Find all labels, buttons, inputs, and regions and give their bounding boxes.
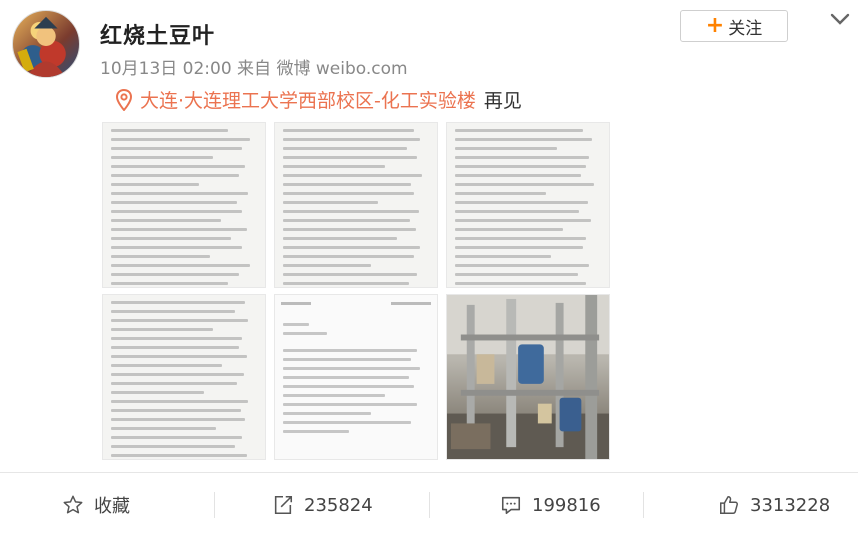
follow-button[interactable]: + 关注 (680, 10, 788, 42)
toolbar-separator (643, 492, 644, 518)
post-toolbar: 收藏 235824 199816 3313228 (0, 482, 858, 528)
document-icon (283, 323, 429, 455)
like-count: 3313228 (750, 494, 831, 516)
like-button[interactable]: 3313228 (718, 488, 830, 522)
divider (0, 472, 858, 473)
share-icon (274, 495, 293, 515)
location-link[interactable]: 大连·大连理工大学西部校区-化工实验楼 再见 (116, 86, 522, 113)
image-thumbnail-4[interactable] (102, 294, 266, 460)
location-pin-icon (116, 88, 132, 111)
thumbs-up-icon (720, 496, 738, 514)
favorite-button[interactable]: 收藏 (62, 488, 130, 522)
document-icon (111, 129, 257, 285)
username[interactable]: 红烧土豆叶 (100, 18, 215, 50)
image-thumbnail-2[interactable] (274, 122, 438, 288)
toolbar-separator (214, 492, 215, 518)
follow-label: 关注 (728, 18, 763, 39)
document-icon (111, 301, 257, 457)
toolbar-separator (429, 492, 430, 518)
status-bar (281, 299, 431, 309)
share-button[interactable]: 235824 (272, 488, 373, 522)
lab-equipment-photo[interactable] (446, 294, 610, 460)
image-thumbnail-3[interactable] (446, 122, 610, 288)
star-icon (63, 495, 83, 514)
avatar[interactable] (12, 10, 80, 78)
image-thumbnail-1[interactable] (102, 122, 266, 288)
image-thumbnail-5[interactable] (274, 294, 438, 460)
favorite-label: 收藏 (94, 496, 130, 517)
post-text: 再见 (483, 90, 522, 112)
chevron-down-icon[interactable] (830, 12, 850, 26)
document-icon (283, 129, 429, 285)
location-place: 大连·大连理工大学西部校区-化工实验楼 (140, 90, 476, 112)
plus-icon: + (705, 13, 725, 38)
post-meta: 10月13日 02:00 来自 微博 weibo.com (100, 59, 408, 79)
comment-button[interactable]: 199816 (500, 488, 601, 522)
share-count: 235824 (304, 494, 373, 516)
comment-icon (501, 496, 521, 515)
image-grid (102, 122, 610, 460)
comment-count: 199816 (532, 494, 601, 516)
document-icon (455, 129, 601, 285)
